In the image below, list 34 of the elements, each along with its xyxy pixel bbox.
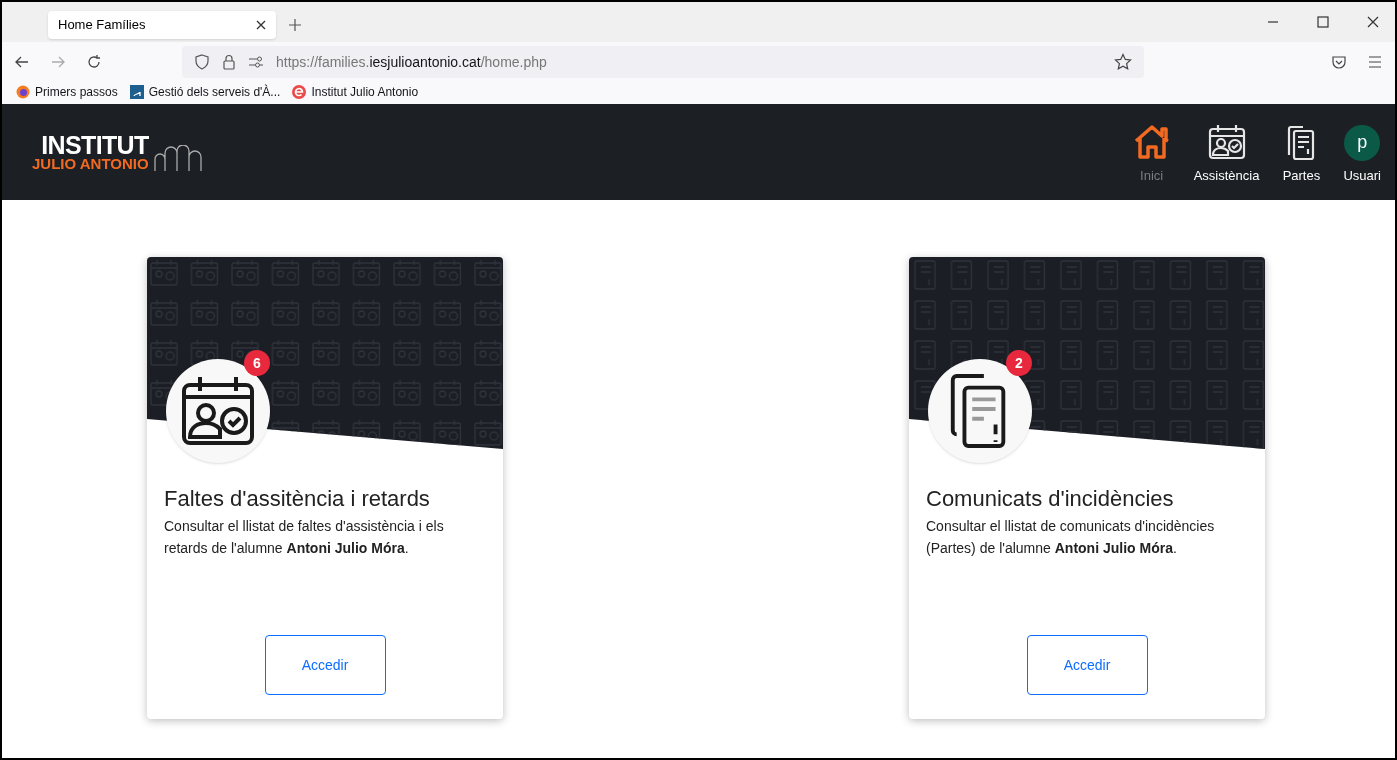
letter-tile-icon [129,85,144,99]
globe-icon [16,85,30,99]
lock-icon [222,54,236,70]
star-icon[interactable] [1114,53,1132,71]
bookmark-link[interactable]: Gestió dels serveis d'À... [148,83,281,101]
reload-icon[interactable] [86,54,102,70]
card-description: Consultar el llistat de comunicats d'incidències (Partes) de l'alumne Antoni Julio Móra. [926,516,1216,558]
menu-icon[interactable] [1367,55,1383,69]
bookmark-link[interactable]: Institut Julio Antonio [311,83,419,101]
nav-item[interactable]: p Usuari [1343,124,1381,182]
card-title: Comunicats d'incidències [926,485,1175,513]
logo[interactable]: INSTITUT JULIO ANTONIO [32,133,205,171]
nav-item[interactable]: Inici [1131,122,1172,182]
address-bar[interactable]: https://families.iesjulioantonio.cat/home.php [182,46,1144,78]
card-title: Faltes d'assitència i retards [164,485,431,513]
close-tab-icon[interactable] [256,20,266,30]
new-tab-icon[interactable] [288,18,302,32]
browser-tab[interactable]: Home Famílies [48,11,276,39]
circle-icon [292,85,307,99]
pocket-icon[interactable] [1331,54,1347,70]
nav-item[interactable]: Assistència [1193,122,1260,182]
close-icon[interactable] [1367,16,1379,28]
back-icon[interactable] [14,54,30,70]
permissions-icon [248,56,264,68]
access-button[interactable]: Accedir [264,635,386,695]
nav-item[interactable]: Partes [1281,122,1322,182]
access-button[interactable]: Accedir [1026,635,1148,695]
avatar: p [1344,124,1381,161]
calendar-person-icon [1206,122,1247,161]
card-description: Consultar el llistat de faltes d'assistència i els retards de l'alumne Antoni Julio Móra. [164,516,445,558]
shield-icon [194,54,210,70]
maximize-icon[interactable] [1317,16,1329,28]
url-text: https://families.iesjulioantonio.cat/home.php [276,52,547,72]
bookmark-link[interactable]: Primers passos [35,83,118,101]
